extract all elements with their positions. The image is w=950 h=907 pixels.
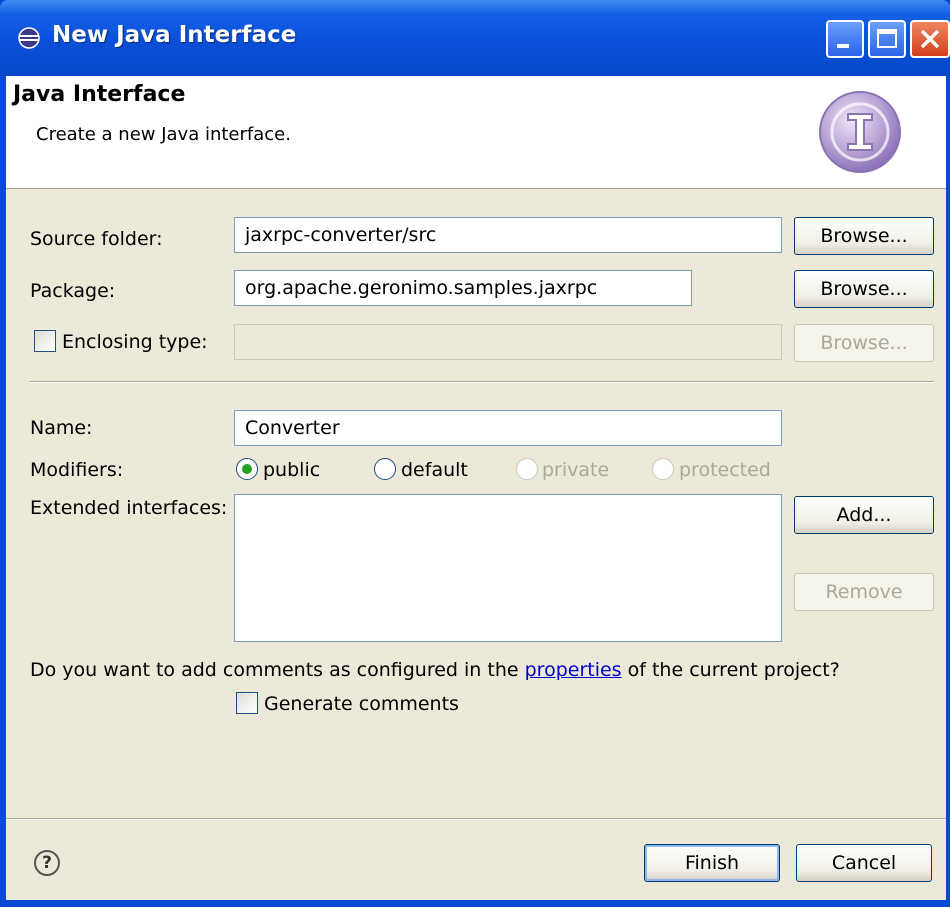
minimize-icon [837, 44, 849, 48]
separator [30, 381, 934, 383]
minimize-button[interactable] [826, 20, 864, 58]
properties-link[interactable]: properties [525, 659, 622, 681]
interface-wizard-icon [819, 91, 901, 173]
enclosing-type-browse-button[interactable]: Browse... [794, 324, 934, 362]
comments-question-prefix: Do you want to add comments as configure… [30, 659, 525, 681]
close-icon [920, 29, 940, 49]
comments-question: Do you want to add comments as configure… [30, 659, 840, 681]
modifier-default-radio[interactable] [374, 458, 396, 480]
source-folder-browse-button[interactable]: Browse... [794, 217, 934, 255]
modifiers-label: Modifiers: [30, 459, 124, 481]
source-folder-label: Source folder: [30, 228, 163, 250]
extended-interfaces-label: Extended interfaces: [30, 497, 228, 519]
remove-interface-button[interactable]: Remove [794, 573, 934, 611]
maximize-button[interactable] [868, 20, 906, 58]
generate-comments-label[interactable]: Generate comments [264, 693, 459, 715]
dialog-body: Java Interface Create a new Java interfa… [6, 76, 946, 900]
add-interface-button[interactable]: Add... [794, 496, 934, 534]
dialog-window: New Java Interface Java Interface Create… [0, 0, 950, 907]
enclosing-type-label: Enclosing type: [62, 331, 208, 353]
modifier-public-label[interactable]: public [263, 459, 320, 481]
eclipse-icon [18, 27, 40, 49]
name-input[interactable]: Converter [234, 410, 782, 446]
wizard-header: Java Interface Create a new Java interfa… [6, 76, 946, 189]
wizard-title: Java Interface [13, 82, 186, 107]
package-label: Package: [30, 280, 116, 302]
comments-question-suffix: of the current project? [621, 659, 840, 681]
modifier-protected-label: protected [679, 459, 771, 481]
finish-button[interactable]: Finish [644, 844, 780, 882]
modifier-public-radio[interactable] [236, 458, 258, 480]
footer-separator [6, 818, 946, 820]
radio-selected-dot [242, 464, 252, 474]
enclosing-type-input[interactable] [234, 324, 782, 360]
modifier-private-label: private [542, 459, 610, 481]
package-input[interactable]: org.apache.geronimo.samples.jaxrpc [234, 270, 692, 306]
title-bar[interactable]: New Java Interface [0, 0, 950, 76]
generate-comments-checkbox[interactable] [236, 692, 258, 714]
help-icon[interactable]: ? [34, 850, 60, 876]
cancel-button[interactable]: Cancel [796, 844, 932, 882]
close-button[interactable] [910, 20, 950, 58]
package-browse-button[interactable]: Browse... [794, 270, 934, 308]
window-title: New Java Interface [52, 22, 297, 48]
modifier-private-radio[interactable] [516, 458, 538, 480]
maximize-icon [877, 29, 897, 48]
name-label: Name: [30, 417, 93, 439]
enclosing-type-checkbox[interactable] [34, 330, 56, 352]
modifier-protected-radio[interactable] [652, 458, 674, 480]
modifier-default-label[interactable]: default [401, 459, 468, 481]
source-folder-input[interactable]: jaxrpc-converter/src [234, 217, 782, 253]
extended-interfaces-list[interactable] [234, 494, 782, 642]
wizard-description: Create a new Java interface. [36, 124, 291, 145]
